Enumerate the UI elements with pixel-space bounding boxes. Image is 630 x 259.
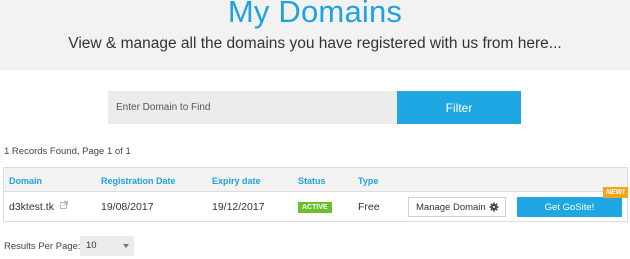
registration-date: 19/08/2017 xyxy=(101,201,154,213)
table-header: Domain Registration Date Expiry date Sta… xyxy=(4,168,627,192)
status-badge: ACTIVE xyxy=(298,202,332,213)
external-link-icon[interactable] xyxy=(59,200,68,212)
filter-button[interactable]: Filter xyxy=(397,91,521,124)
domain-cell: d3ktest.tk xyxy=(9,201,68,213)
column-header-status[interactable]: Status xyxy=(298,176,326,186)
page-header: My Domains View & manage all the domains… xyxy=(0,0,630,70)
page-title: My Domains xyxy=(227,0,403,29)
results-per-page-value: 10 xyxy=(86,240,97,251)
gear-icon xyxy=(489,202,499,215)
page-subtitle: View & manage all the domains you have r… xyxy=(68,35,562,52)
records-info: 1 Records Found, Page 1 of 1 xyxy=(4,146,131,157)
column-header-registration-date[interactable]: Registration Date xyxy=(101,176,176,186)
domain-search-input[interactable] xyxy=(108,91,397,124)
chevron-down-icon xyxy=(123,244,129,248)
column-header-domain[interactable]: Domain xyxy=(9,176,42,186)
results-per-page-label: Results Per Page: xyxy=(4,241,81,252)
manage-domain-label: Manage Domain xyxy=(416,201,486,213)
manage-domain-button[interactable]: Manage Domain xyxy=(408,197,506,217)
new-badge: NEW! xyxy=(603,187,628,198)
column-header-expiry-date[interactable]: Expiry date xyxy=(212,176,261,186)
domain-type: Free xyxy=(358,201,380,213)
results-per-page-select[interactable]: 10 xyxy=(80,236,134,256)
expiry-date: 19/12/2017 xyxy=(212,201,265,213)
domains-table: Domain Registration Date Expiry date Sta… xyxy=(3,167,628,222)
get-gosite-button[interactable]: Get GoSite! xyxy=(517,197,622,217)
domain-name: d3ktest.tk xyxy=(9,201,54,213)
table-row: d3ktest.tk 19/08/2017 19/12/2017 ACTIVE … xyxy=(4,187,628,222)
column-header-type[interactable]: Type xyxy=(358,176,378,186)
